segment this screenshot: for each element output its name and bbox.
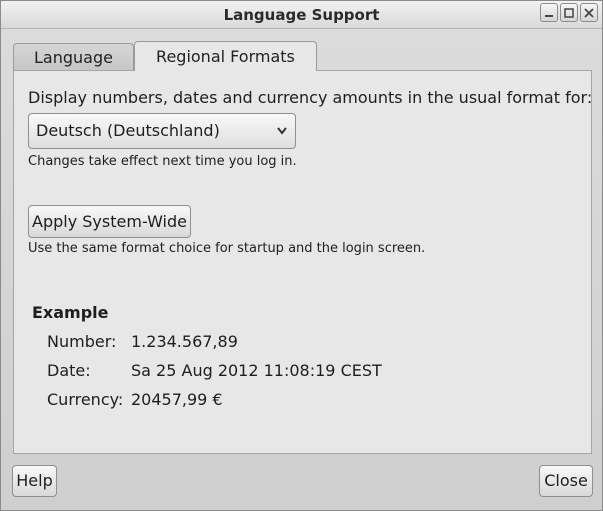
- locale-select[interactable]: Deutsch (Deutschland): [28, 113, 296, 149]
- example-date-label: Date:: [47, 361, 91, 380]
- maximize-button[interactable]: [560, 3, 578, 22]
- minimize-button[interactable]: [540, 3, 558, 22]
- help-button[interactable]: Help: [12, 465, 57, 497]
- locale-select-value: Deutsch (Deutschland): [36, 121, 220, 140]
- example-number-value: 1.234.567,89: [131, 332, 238, 351]
- minimize-icon: [545, 14, 553, 17]
- window-title: Language Support: [223, 6, 380, 24]
- close-window-button[interactable]: [580, 3, 598, 22]
- close-button[interactable]: Close: [539, 465, 593, 497]
- example-currency-value: 20457,99 €: [131, 390, 223, 409]
- titlebar[interactable]: Language Support: [1, 1, 602, 29]
- regional-formats-panel: Display numbers, dates and currency amou…: [13, 70, 592, 454]
- chevron-down-icon: [277, 127, 287, 135]
- example-date-value: Sa 25 Aug 2012 11:08:19 CEST: [131, 361, 382, 380]
- tab-bar: Language Regional Formats: [13, 41, 317, 71]
- example-heading: Example: [32, 303, 109, 322]
- tab-language[interactable]: Language: [13, 43, 134, 71]
- window-controls: [540, 3, 598, 22]
- apply-system-wide-button[interactable]: Apply System-Wide: [28, 205, 191, 238]
- change-note: Changes take effect next time you log in…: [28, 154, 297, 169]
- tab-regional-formats[interactable]: Regional Formats: [133, 41, 317, 71]
- format-instruction-label: Display numbers, dates and currency amou…: [28, 88, 593, 107]
- example-number-label: Number:: [47, 332, 117, 351]
- example-currency-label: Currency:: [47, 390, 124, 409]
- maximize-icon: [564, 7, 574, 18]
- close-icon: [584, 7, 594, 18]
- language-support-window: Language Support Language Regional Forma…: [0, 0, 603, 511]
- apply-note: Use the same format choice for startup a…: [28, 241, 426, 256]
